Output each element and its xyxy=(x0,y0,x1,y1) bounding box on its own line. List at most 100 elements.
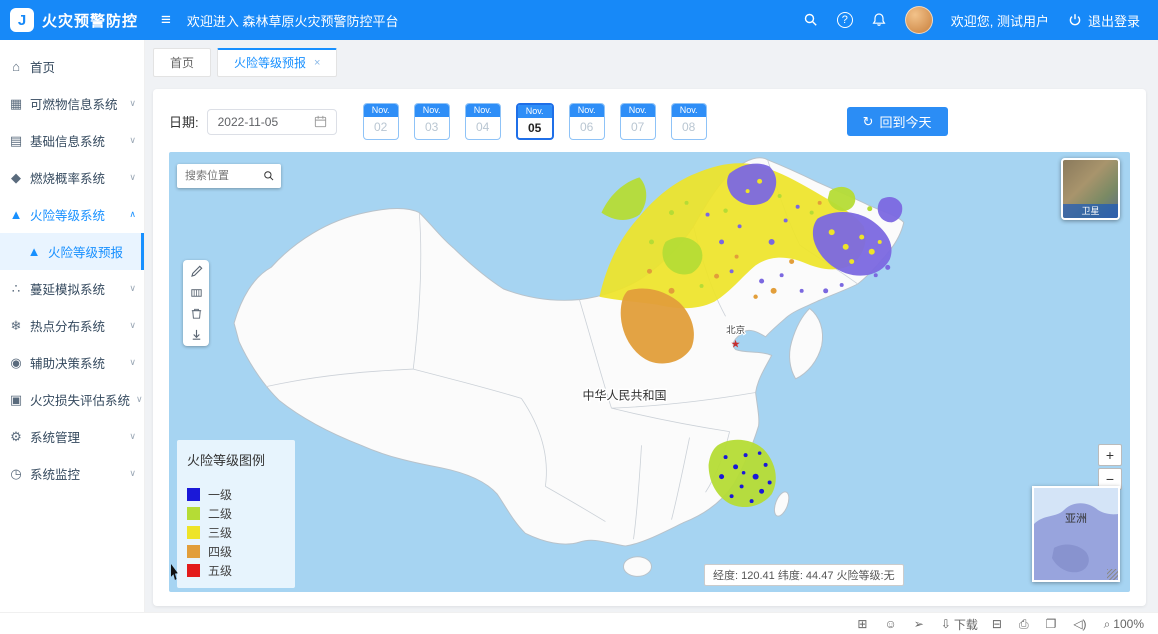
power-icon xyxy=(1067,12,1083,28)
tab-home[interactable]: 首页 xyxy=(153,48,211,77)
app-shell: ⌂首页 ▦可燃物信息系统∨ ▤基础信息系统∨ ◆燃烧概率系统∨ ▲火险等级系统∧… xyxy=(0,40,1158,612)
smiley-icon[interactable]: ☺ xyxy=(884,617,899,631)
search-icon[interactable] xyxy=(803,12,819,28)
date-button-nov08[interactable]: Nov.08 xyxy=(671,103,707,140)
zoom-in-button[interactable]: + xyxy=(1098,444,1122,466)
korea-peninsula xyxy=(790,308,823,378)
date-button-nov02[interactable]: Nov.02 xyxy=(363,103,399,140)
date-picker[interactable] xyxy=(207,109,337,135)
user-greeting: 欢迎您, 测试用户 xyxy=(951,11,1049,30)
legend-item-level3: 三级 xyxy=(187,523,285,542)
minimap-label: 亚洲 xyxy=(1034,510,1118,526)
sidebar-item-spread-simulation[interactable]: ∴蔓延模拟系统∨ xyxy=(0,270,144,307)
browser-zoom-control[interactable]: ⌕100% xyxy=(1104,617,1144,632)
date-button-nov06[interactable]: Nov.06 xyxy=(569,103,605,140)
footprint-icon: ∴ xyxy=(8,281,24,297)
minimap-resize-handle[interactable] xyxy=(1107,569,1118,580)
sidebar-item-hotspot-distribution[interactable]: ❄热点分布系统∨ xyxy=(0,307,144,344)
volume-icon[interactable]: ◁) xyxy=(1073,617,1089,631)
capital-star-icon: ★ xyxy=(731,339,741,351)
back-to-today-button[interactable]: ↻回到今天 xyxy=(847,107,948,136)
chevron-down-icon: ∨ xyxy=(129,135,136,146)
map-search-input[interactable] xyxy=(183,169,259,183)
legend-item-level4: 四级 xyxy=(187,542,285,561)
taiwan-island xyxy=(772,490,792,518)
app-grid-icon[interactable]: ⊞ xyxy=(857,617,870,631)
sidebar-item-system-management[interactable]: ⚙系统管理∨ xyxy=(0,418,144,455)
date-label: 日期: xyxy=(169,112,199,131)
sidebar-item-combustible-info[interactable]: ▦可燃物信息系统∨ xyxy=(0,85,144,122)
date-button-nov07[interactable]: Nov.07 xyxy=(620,103,656,140)
level2-region-a xyxy=(601,177,646,220)
welcome-banner: 欢迎进入 森林草原火灾预警防控平台 xyxy=(187,11,399,30)
clock-icon: ◷ xyxy=(8,466,24,482)
snowflake-icon: ❄ xyxy=(8,318,24,334)
sidebar-item-system-monitoring[interactable]: ◷系统监控∨ xyxy=(0,455,144,492)
chevron-down-icon: ∨ xyxy=(129,468,136,479)
legend-item-level2: 二级 xyxy=(187,504,285,523)
chevron-down-icon: ∨ xyxy=(129,98,136,109)
china-map: 北京 ★ 中华人民共和国 xyxy=(169,152,1130,592)
map-canvas[interactable]: 北京 ★ 中华人民共和国 xyxy=(169,152,1130,592)
sidebar-item-decision-support[interactable]: ◉辅助决策系统∨ xyxy=(0,344,144,381)
sidebar-item-fire-risk-system[interactable]: ▲火险等级系统∧ xyxy=(0,196,144,233)
delete-icon[interactable] xyxy=(189,306,204,321)
minimap-asia-shape xyxy=(1034,488,1118,580)
sidebar-item-fire-risk-forecast[interactable]: ▲火险等级预报 xyxy=(0,233,144,270)
magnifier-icon[interactable] xyxy=(263,169,275,183)
overview-minimap[interactable]: 亚洲 xyxy=(1032,486,1120,582)
main-content: 首页 火险等级预报× 日期: Nov.02 Nov.03 Nov.04 Nov.… xyxy=(145,40,1158,612)
date-button-nov05-selected[interactable]: Nov.05 xyxy=(516,103,554,140)
chevron-down-icon: ∨ xyxy=(129,172,136,183)
sidebar-item-burn-probability[interactable]: ◆燃烧概率系统∨ xyxy=(0,159,144,196)
sidebar-item-fire-loss-assessment[interactable]: ▣火灾损失评估系统∨ xyxy=(0,381,144,418)
bell-icon[interactable] xyxy=(871,12,887,28)
logout-label: 退出登录 xyxy=(1088,11,1140,30)
sidebar-item-home[interactable]: ⌂首页 xyxy=(0,48,144,85)
map-search-box[interactable] xyxy=(177,164,281,188)
level2-swatch xyxy=(187,507,200,520)
measure-icon[interactable] xyxy=(189,285,204,300)
tab-bar: 首页 火险等级预报× xyxy=(145,40,1158,77)
level3-swatch xyxy=(187,526,200,539)
country-label: 中华人民共和国 xyxy=(582,389,666,403)
bottom-status-bar: ⊞ ☺ ➢ ⇩下载 ⊟ ⎙ ❐ ◁) ⌕100% xyxy=(0,612,1158,634)
home-icon: ⌂ xyxy=(8,59,24,74)
satellite-layer-toggle[interactable]: 卫星 xyxy=(1061,158,1120,220)
help-icon[interactable]: ? xyxy=(837,12,853,28)
legend-title: 火险等级图例 xyxy=(187,450,285,469)
target-icon: ◉ xyxy=(8,355,24,371)
download-button[interactable]: ⇩下载 xyxy=(941,616,978,633)
app-window: J 火灾预警防控 ≡ 欢迎进入 森林草原火灾预警防控平台 ? 欢迎您, 测试用户… xyxy=(0,0,1158,634)
zoom-controls: + − xyxy=(1098,444,1122,490)
date-input[interactable] xyxy=(216,114,310,130)
logout-button[interactable]: 退出登录 xyxy=(1067,11,1140,30)
coordinate-readout: 经度: 120.41 纬度: 44.47 火险等级:无 xyxy=(704,564,904,586)
chevron-down-icon: ∨ xyxy=(129,357,136,368)
date-button-nov04[interactable]: Nov.04 xyxy=(465,103,501,140)
draw-pencil-icon[interactable] xyxy=(189,264,204,279)
printer-icon[interactable]: ⎙ xyxy=(1019,617,1032,632)
window-icon[interactable]: ❐ xyxy=(1046,617,1060,631)
legend-item-level5: 五级 xyxy=(187,561,285,580)
rocket-icon[interactable]: ➢ xyxy=(914,617,927,631)
app-title: 火灾预警防控 xyxy=(42,10,138,31)
tab-fire-risk-forecast[interactable]: 火险等级预报× xyxy=(217,48,337,77)
map-draw-toolbar xyxy=(183,260,209,346)
chevron-up-icon: ∧ xyxy=(129,209,136,220)
user-avatar[interactable] xyxy=(905,6,933,34)
document-icon: ▤ xyxy=(8,133,24,149)
sidebar-item-basic-info[interactable]: ▤基础信息系统∨ xyxy=(0,122,144,159)
date-button-nov03[interactable]: Nov.03 xyxy=(414,103,450,140)
close-tab-icon[interactable]: × xyxy=(314,57,320,69)
quick-date-buttons: Nov.02 Nov.03 Nov.04 Nov.05 Nov.06 Nov.0… xyxy=(363,103,707,140)
chevron-down-icon: ∨ xyxy=(129,431,136,442)
menu-collapse-icon[interactable]: ≡ xyxy=(161,10,171,30)
level1-swatch xyxy=(187,488,200,501)
date-toolbar: 日期: Nov.02 Nov.03 Nov.04 Nov.05 Nov.06 N… xyxy=(169,103,1130,140)
panel-icon[interactable]: ⊟ xyxy=(992,617,1005,631)
legend-item-level1: 一级 xyxy=(187,485,285,504)
download-layer-icon[interactable] xyxy=(189,327,204,342)
chevron-down-icon: ∨ xyxy=(129,320,136,331)
sidebar-nav: ⌂首页 ▦可燃物信息系统∨ ▤基础信息系统∨ ◆燃烧概率系统∨ ▲火险等级系统∧… xyxy=(0,40,145,612)
